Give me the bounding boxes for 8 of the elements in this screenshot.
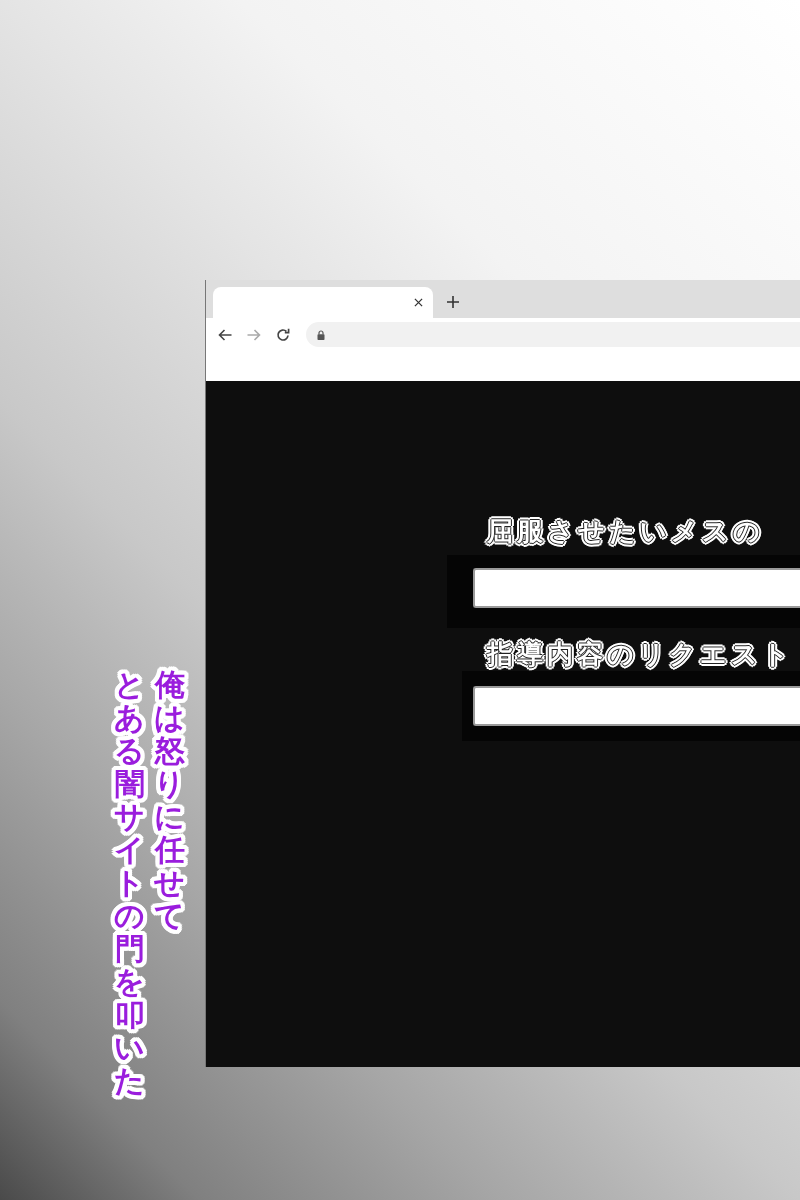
plus-icon (447, 296, 459, 308)
input-field[interactable] (473, 686, 800, 726)
close-icon (413, 298, 423, 307)
new-tab-button[interactable] (445, 294, 461, 310)
field-label: 指導内容のリクエスト (487, 638, 793, 671)
caption-text: 俺は怒りに任せてとある闇サイトの門を叩いた (115, 668, 185, 1098)
input-field[interactable] (473, 568, 800, 608)
field-label: 屈服させたいメスの (487, 515, 764, 548)
